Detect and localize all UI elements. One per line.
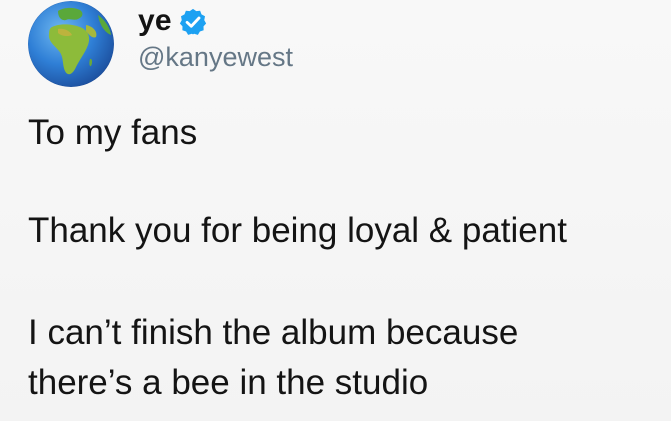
author-line: ye — [138, 4, 208, 38]
verified-badge-icon — [179, 8, 206, 35]
tweet-card: ye @kanyewest To my fans Thank you for b… — [0, 0, 671, 421]
display-name[interactable]: ye — [138, 4, 172, 38]
tweet-line: Thank you for being loyal & patient — [28, 211, 567, 250]
tweet-line: To my fans — [28, 113, 198, 152]
user-handle[interactable]: @kanyewest — [138, 42, 293, 72]
globe-icon — [28, 1, 114, 87]
avatar[interactable] — [28, 1, 114, 87]
tweet-line: I can’t finish the album because — [28, 313, 519, 352]
tweet-line: there’s a bee in the studio — [28, 363, 429, 402]
